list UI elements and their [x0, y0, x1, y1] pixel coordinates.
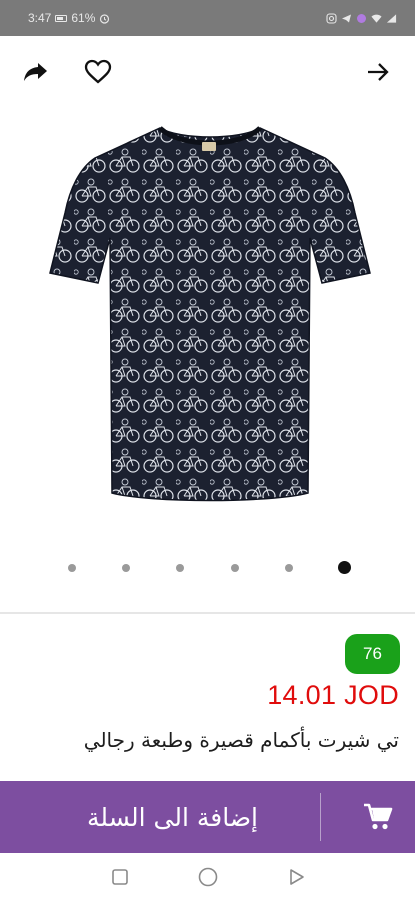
pager-dot[interactable] — [68, 564, 76, 572]
rating-badge: 76 — [345, 634, 400, 674]
pager-dot[interactable] — [231, 564, 239, 572]
triangle-back-icon — [290, 869, 304, 885]
telegram-icon — [341, 13, 352, 24]
status-battery: 61% — [71, 11, 96, 25]
back-button[interactable] — [284, 865, 308, 889]
alarm-icon — [99, 13, 110, 24]
battery-icon — [55, 14, 68, 22]
instagram-icon — [326, 12, 337, 24]
product-price: 14.01 JOD — [267, 680, 399, 710]
square-icon — [112, 869, 128, 885]
recents-button[interactable] — [108, 865, 132, 889]
home-button[interactable] — [196, 865, 220, 889]
status-bar: 3:47 61% — [0, 0, 415, 36]
status-left: 3:47 61% — [28, 11, 110, 25]
app-notification-icon — [356, 13, 367, 24]
pager-dot-active[interactable] — [338, 561, 351, 574]
product-title: تي شيرت بأكمام قصيرة وطبعة رجالي — [83, 728, 399, 752]
rating-value: 76 — [363, 644, 382, 663]
status-time: 3:47 — [28, 11, 52, 25]
forward-button[interactable] — [358, 52, 398, 92]
arrow-right-icon — [368, 63, 389, 81]
signal-icon — [386, 13, 397, 24]
cart-icon — [364, 803, 393, 830]
product-image[interactable] — [40, 118, 380, 518]
circle-icon — [198, 867, 218, 887]
top-action-bar — [0, 52, 415, 96]
add-to-cart-label: إضافة الى السلة — [87, 802, 258, 832]
image-pager — [0, 560, 415, 576]
favorite-button[interactable] — [78, 52, 118, 92]
heart-icon — [84, 59, 112, 84]
add-to-cart-button[interactable]: إضافة الى السلة — [0, 781, 415, 853]
pager-dot[interactable] — [122, 564, 130, 572]
pager-dot[interactable] — [176, 564, 184, 572]
share-icon — [24, 63, 47, 81]
pager-dot[interactable] — [285, 564, 293, 572]
divider — [0, 612, 415, 614]
system-nav-bar — [0, 853, 415, 900]
wifi-icon — [371, 13, 382, 24]
share-button[interactable] — [16, 52, 56, 92]
cart-separator — [320, 793, 321, 841]
status-right — [326, 12, 397, 24]
